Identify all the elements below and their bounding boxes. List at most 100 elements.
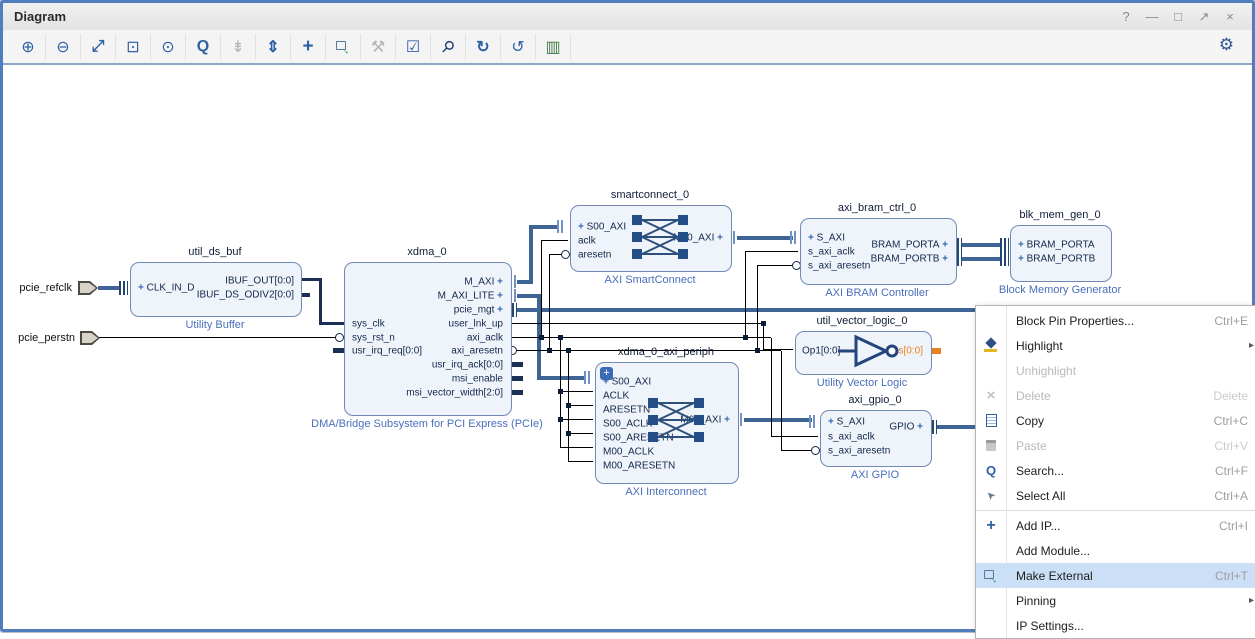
wire-segment[interactable] xyxy=(560,419,593,420)
pin-op1[interactable]: Op1[0:0] xyxy=(802,346,840,357)
wire-segment[interactable] xyxy=(744,418,812,422)
wire-segment[interactable] xyxy=(771,436,818,437)
pin-aclk[interactable]: aclk xyxy=(578,236,596,247)
wire-segment[interactable] xyxy=(541,240,568,241)
settings-gear-icon[interactable]: ⚙ xyxy=(1219,35,1234,55)
minimize-icon[interactable]: — xyxy=(1144,9,1160,25)
pin-s-axi-aresetn[interactable]: s_axi_aresetn xyxy=(828,446,890,457)
menu-item-add-module[interactable]: Add Module... xyxy=(976,538,1255,563)
pin-m00-aclk[interactable]: M00_ACLK xyxy=(603,447,654,458)
menu-item-search[interactable]: Q Search...Ctrl+F xyxy=(976,458,1255,483)
pin-aclk[interactable]: ACLK xyxy=(603,391,629,402)
zoom-to-selection-icon[interactable]: ⊡ xyxy=(116,34,151,60)
wire-segment[interactable] xyxy=(781,450,812,451)
pin-user-lnk-up[interactable]: user_lnk_up xyxy=(449,319,503,330)
search-icon[interactable]: Q xyxy=(186,34,221,60)
pin-s00-aclk[interactable]: S00_ACLK xyxy=(603,419,652,430)
pin-ibuf-ds-odiv2[interactable]: IBUF_DS_ODIV2[0:0] xyxy=(197,290,294,301)
wire-segment[interactable] xyxy=(529,225,533,284)
wire-segment[interactable] xyxy=(568,461,593,462)
wire-segment[interactable] xyxy=(529,225,559,229)
pin-sys-rst-n[interactable]: sys_rst_n xyxy=(352,333,395,344)
menu-item-add-ip[interactable]: + Add IP...Ctrl+I xyxy=(976,513,1255,538)
pin-s00-axi[interactable]: S00_AXI xyxy=(578,222,626,233)
regenerate-layout-icon[interactable]: ↻ xyxy=(466,34,501,60)
wire-segment[interactable] xyxy=(517,308,977,312)
add-ip-icon[interactable]: + xyxy=(291,34,326,60)
pin-m-axi-lite[interactable]: M_AXI_LITE xyxy=(438,291,503,302)
zoom-out-icon[interactable]: ⊖ xyxy=(46,34,81,60)
menu-item-block-pin-properties[interactable]: Block Pin Properties...Ctrl+E xyxy=(976,308,1255,333)
wire-segment[interactable] xyxy=(300,278,321,281)
pin-s-axi[interactable]: S_AXI xyxy=(828,417,865,428)
wire-segment[interactable] xyxy=(549,255,550,351)
pin-bram-porta[interactable]: BRAM_PORTA xyxy=(1018,240,1095,251)
pin-m-axi[interactable]: M_AXI xyxy=(464,277,503,288)
wire-segment[interactable] xyxy=(98,337,337,338)
reroute-icon[interactable]: ↺ xyxy=(501,34,536,60)
pin-msi-enable[interactable]: msi_enable xyxy=(452,374,503,385)
wire-segment[interactable] xyxy=(541,241,542,338)
pin-clk-in-d[interactable]: CLK_IN_D xyxy=(138,283,194,294)
wire-segment[interactable] xyxy=(781,351,782,451)
pin-bram-porta[interactable]: BRAM_PORTA xyxy=(871,240,948,251)
wire-segment[interactable] xyxy=(737,236,793,240)
wire-segment[interactable] xyxy=(319,278,322,324)
wire-segment[interactable] xyxy=(98,286,119,290)
wire-segment[interactable] xyxy=(560,391,593,392)
pin-ibuf-out[interactable]: IBUF_OUT[0:0] xyxy=(225,276,294,287)
pin-aresetn[interactable]: aresetn xyxy=(578,250,611,261)
wire-segment[interactable] xyxy=(962,243,1002,247)
zoom-fit-icon[interactable]: ⤢ xyxy=(81,34,116,60)
wire-segment[interactable] xyxy=(319,322,344,325)
float-icon[interactable]: ↗ xyxy=(1196,9,1212,25)
menu-item-select-all[interactable]: ➤ Select AllCtrl+A xyxy=(976,483,1255,508)
pin-bram-portb[interactable]: BRAM_PORTB xyxy=(871,254,948,265)
make-external-icon[interactable] xyxy=(326,34,361,60)
pin-gpio[interactable]: GPIO xyxy=(889,422,923,433)
wire-segment[interactable] xyxy=(757,265,793,266)
pin-usr-irq-ack[interactable]: usr_irq_ack[0:0] xyxy=(432,360,503,371)
pin-s-axi-aclk[interactable]: s_axi_aclk xyxy=(828,432,875,443)
wire-segment[interactable] xyxy=(560,447,593,448)
pin-pcie-mgt[interactable]: pcie_mgt xyxy=(454,305,503,316)
maximize-icon[interactable]: □ xyxy=(1170,9,1186,25)
pin-s-axi-aclk[interactable]: s_axi_aclk xyxy=(808,247,855,258)
menu-item-copy[interactable]: CopyCtrl+C xyxy=(976,408,1255,433)
pin-aresetn[interactable]: ARESETN xyxy=(603,405,650,416)
menu-item-ip-settings[interactable]: IP Settings... xyxy=(976,613,1255,638)
menu-item-make-external[interactable]: Make ExternalCtrl+T xyxy=(976,563,1255,588)
validate-design-icon[interactable]: ☑ xyxy=(396,34,431,60)
wire-segment[interactable] xyxy=(745,251,798,252)
wire-segment[interactable] xyxy=(771,338,772,437)
expand-interfaces-icon[interactable]: ▥ xyxy=(536,34,571,60)
pin-axi-aresetn[interactable]: axi_aresetn xyxy=(451,346,503,357)
wire-segment[interactable] xyxy=(568,433,593,434)
wire-segment[interactable] xyxy=(512,337,771,338)
menu-item-highlight[interactable]: Highlight▸ xyxy=(976,333,1255,358)
pin-s-axi[interactable]: S_AXI xyxy=(808,233,845,244)
pin-msi-vector-width[interactable]: msi_vector_width[2:0] xyxy=(406,388,503,399)
port-pcie-perstn[interactable] xyxy=(80,331,100,345)
wire-segment[interactable] xyxy=(568,405,593,406)
port-pcie-refclk[interactable] xyxy=(78,281,98,295)
pin-s00-axi[interactable]: S00_AXI xyxy=(603,377,651,388)
close-icon[interactable]: × xyxy=(1222,9,1238,25)
center-view-icon[interactable]: ⊙ xyxy=(151,34,186,60)
wire-segment[interactable] xyxy=(745,252,746,338)
wire-segment[interactable] xyxy=(962,257,1002,261)
pin-s-axi-aresetn[interactable]: s_axi_aresetn xyxy=(808,261,870,272)
zoom-in-icon[interactable]: ⊕ xyxy=(11,34,46,60)
wire-segment[interactable] xyxy=(937,425,978,429)
expand-hierarchy-icon[interactable]: ⇕ xyxy=(256,34,291,60)
menu-item-pinning[interactable]: Pinning▸ xyxy=(976,588,1255,613)
pin-sys-clk[interactable]: sys_clk xyxy=(352,319,385,330)
help-icon[interactable]: ? xyxy=(1118,9,1134,25)
pin-axi-aclk[interactable]: axi_aclk xyxy=(467,333,503,344)
pin-m00-aresetn[interactable]: M00_ARESETN xyxy=(603,461,675,472)
pin-icon[interactable]: ⚲ xyxy=(431,34,466,60)
wire-segment[interactable] xyxy=(537,376,585,380)
wire-segment[interactable] xyxy=(757,266,758,351)
pin-bram-portb[interactable]: BRAM_PORTB xyxy=(1018,254,1095,265)
pin-usr-irq-req[interactable]: usr_irq_req[0:0] xyxy=(352,346,422,357)
